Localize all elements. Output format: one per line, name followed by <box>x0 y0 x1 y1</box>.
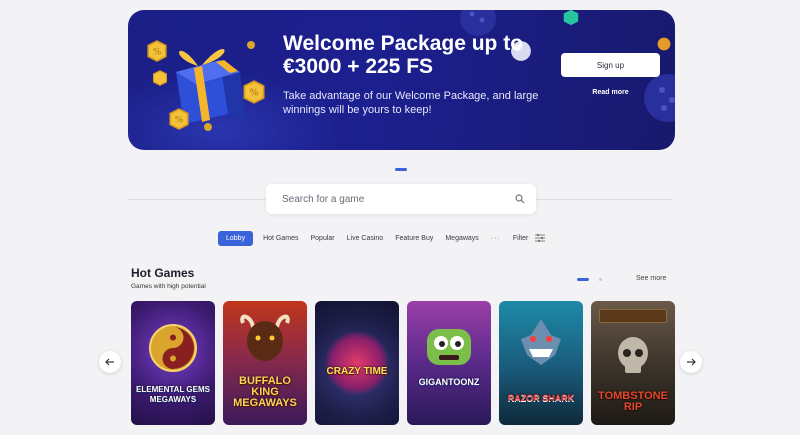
games-row: ELEMENTAL GEMS MEGAWAYS BUFFALO KING MEG… <box>131 301 675 425</box>
wheel-icon <box>325 331 389 395</box>
game-title: CRAZY TIME <box>326 366 388 377</box>
game-title: RAZOR SHARK <box>507 393 575 403</box>
coin-icon: % <box>243 80 265 104</box>
coin-icon <box>247 41 255 49</box>
filter-icon <box>535 234 546 242</box>
game-title: GIGANTOONZ <box>418 377 480 387</box>
section-title: Hot Games <box>131 266 195 280</box>
signup-button[interactable]: Sign up <box>561 53 660 77</box>
banner-carousel-indicator[interactable] <box>395 168 407 171</box>
tab-lobby[interactable]: Lobby <box>218 230 254 246</box>
filter-label: Filter <box>512 234 529 242</box>
arrow-right-icon <box>687 358 696 366</box>
skull-icon <box>618 337 648 373</box>
cube-icon <box>563 10 579 26</box>
see-more-link[interactable]: See more <box>636 275 666 282</box>
game-title: TOMBSTONE RIP <box>598 390 668 413</box>
category-tabs: Lobby Hot Games Popular Live Casino Feat… <box>218 230 557 246</box>
monster-icon <box>427 329 471 365</box>
game-card[interactable]: ELEMENTAL GEMS MEGAWAYS <box>131 301 215 425</box>
tab-megaways[interactable]: Megaways <box>445 235 478 242</box>
coin-icon <box>153 70 167 86</box>
arrow-left-icon <box>105 358 114 366</box>
game-title: BUFFALO KING MEGAWAYS <box>233 375 297 409</box>
game-card[interactable]: TOMBSTONE RIP <box>591 301 675 425</box>
tab-live-casino[interactable]: Live Casino <box>347 235 384 242</box>
filter-button[interactable]: Filter <box>513 234 546 242</box>
coin-icon: % <box>147 40 167 62</box>
sign-board <box>599 309 667 323</box>
banner-title: Welcome Package up to €3000 + 225 FS <box>283 32 543 78</box>
banner-description: Take advantage of our Welcome Package, a… <box>283 90 539 116</box>
svg-text:%: % <box>153 47 161 57</box>
next-arrow-button[interactable] <box>680 351 702 373</box>
coin-icon: % <box>169 108 189 130</box>
svg-text:%: % <box>175 115 183 125</box>
shark-icon <box>521 319 561 365</box>
coin-icon <box>657 37 671 51</box>
search-input[interactable] <box>282 184 502 214</box>
tab-hot-games[interactable]: Hot Games <box>263 235 298 242</box>
promo-banner: % % % Welcome Package up to €3000 + 225 … <box>128 10 675 150</box>
prev-arrow-button[interactable] <box>99 351 121 373</box>
banner-title-line2: €3000 + 225 FS <box>283 55 434 78</box>
pager-dot[interactable] <box>599 278 602 281</box>
game-title: ELEMENTAL GEMS MEGAWAYS <box>136 385 210 404</box>
game-card[interactable]: CRAZY TIME <box>315 301 399 425</box>
search-bar[interactable] <box>266 184 536 214</box>
game-card[interactable]: GIGANTOONZ <box>407 301 491 425</box>
game-card[interactable]: BUFFALO KING MEGAWAYS <box>223 301 307 425</box>
pager-dot-active[interactable] <box>577 278 589 281</box>
read-more-link[interactable]: Read more <box>561 89 660 96</box>
svg-text:%: % <box>249 88 258 99</box>
tab-more[interactable]: ··· <box>491 235 501 242</box>
banner-title-line1: Welcome Package up to <box>283 32 524 55</box>
yin-yang-icon <box>149 324 197 372</box>
section-subtitle: Games with high potential <box>131 283 206 290</box>
tab-popular[interactable]: Popular <box>310 235 334 242</box>
game-card[interactable]: RAZOR SHARK <box>499 301 583 425</box>
buffalo-icon <box>240 314 290 361</box>
coin-icon <box>204 123 212 131</box>
search-icon[interactable] <box>515 194 525 204</box>
tab-feature-buy[interactable]: Feature Buy <box>395 235 433 242</box>
